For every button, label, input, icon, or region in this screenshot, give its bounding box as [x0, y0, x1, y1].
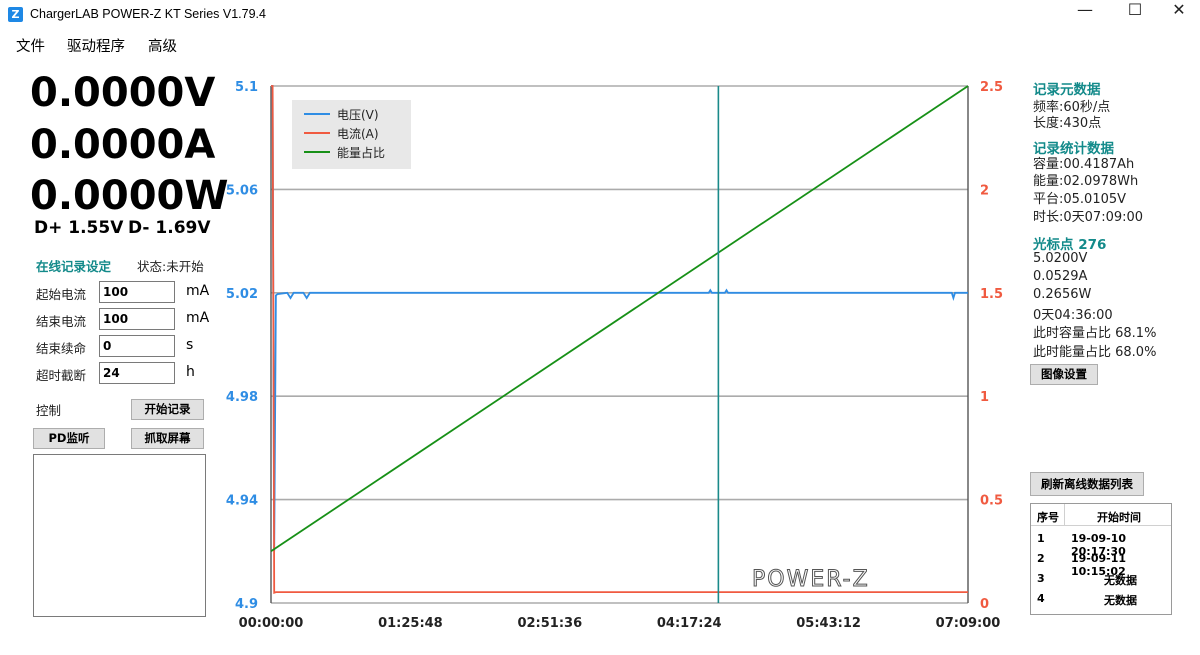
legend-label: 能量占比	[337, 145, 385, 160]
cursor-voltage: 5.0200V	[1033, 251, 1088, 266]
left-tick-label: 5.02	[226, 287, 258, 302]
table-header-divider	[1064, 504, 1065, 526]
table-row-1-index[interactable]: 1	[1037, 532, 1045, 545]
legend-label: 电流(A)	[337, 127, 379, 141]
right-tick-label: 0.5	[980, 494, 1003, 509]
image-settings-button[interactable]: 图像设置	[1030, 364, 1098, 385]
left-tick-label: 4.94	[226, 494, 258, 509]
right-tick-label: 1	[980, 390, 989, 405]
legend-label: 电压(V)	[337, 108, 379, 122]
meta-title: 记录元数据	[1033, 82, 1101, 98]
meta-length: 长度:430点	[1033, 116, 1102, 131]
right-tick-label: 0	[980, 597, 989, 612]
x-tick-label: 01:25:48	[378, 616, 443, 631]
cursor-capacity-ratio: 此时容量占比 68.1%	[1033, 326, 1157, 341]
left-tick-label: 4.98	[226, 390, 258, 405]
right-tick-label: 1.5	[980, 287, 1003, 302]
stats-duration: 时长:0天07:09:00	[1033, 210, 1144, 225]
x-tick-label: 02:51:36	[517, 616, 582, 631]
x-tick-label: 00:00:00	[239, 616, 304, 631]
cursor-energy-ratio: 此时能量占比 68.0%	[1033, 345, 1157, 360]
offline-data-table[interactable]: 序号 开始时间 1 19-09-10 20:17:30 2 19-09-11 1…	[1030, 503, 1172, 615]
table-row-2-index[interactable]: 2	[1037, 552, 1045, 565]
table-header-index: 序号	[1037, 511, 1059, 524]
right-tick-label: 2.5	[980, 80, 1003, 95]
x-tick-label: 07:09:00	[936, 616, 1001, 631]
stats-energy: 能量:02.0978Wh	[1033, 174, 1139, 189]
right-tick-label: 2	[980, 183, 989, 198]
chart[interactable]: 5.1 2.5 5.06 2 5.02 1.5 4.98 1 4.94 0.5 4.9 0 00:00:…	[0, 0, 1200, 655]
left-tick-label: 5.06	[226, 183, 258, 198]
table-header-start-time: 开始时间	[1097, 511, 1141, 524]
refresh-offline-button[interactable]: 刷新离线数据列表	[1030, 472, 1144, 496]
table-row-3-index[interactable]: 3	[1037, 572, 1045, 585]
chart-watermark: POWER-Z	[752, 567, 870, 593]
x-tick-label: 04:17:24	[657, 616, 722, 631]
power-z-watermark: POWER-Z	[752, 567, 870, 592]
cursor-time: 0天04:36:00	[1033, 308, 1113, 323]
table-row-3-time[interactable]: 无数据	[1104, 572, 1137, 588]
table-row-4-index[interactable]: 4	[1037, 592, 1045, 605]
chart-legend: 电压(V) 电流(A) 能量占比	[292, 100, 411, 169]
table-row-4-time[interactable]: 无数据	[1104, 592, 1137, 608]
cursor-power: 0.2656W	[1033, 287, 1092, 302]
x-tick-label: 05:43:12	[796, 616, 861, 631]
left-tick-label: 4.9	[235, 597, 258, 612]
stats-plateau: 平台:05.0105V	[1033, 192, 1127, 207]
cursor-current: 0.0529A	[1033, 269, 1088, 284]
left-tick-label: 5.1	[235, 80, 258, 95]
cursor-title: 光标点 276	[1033, 237, 1107, 253]
